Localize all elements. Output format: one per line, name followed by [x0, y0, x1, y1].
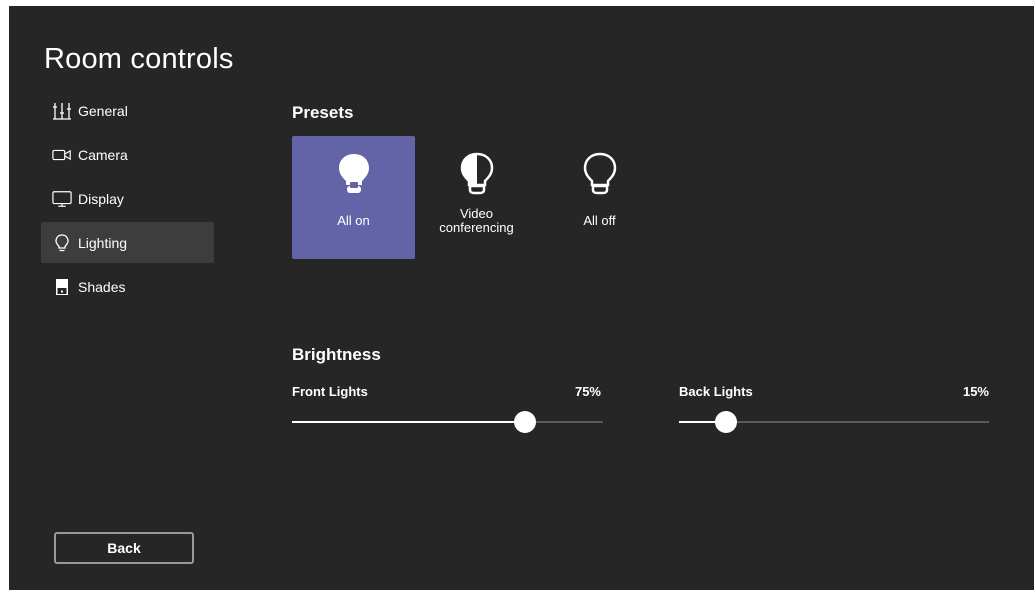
sidebar-item-lighting[interactable]: Lighting — [41, 222, 214, 263]
lightbulb-icon — [52, 233, 72, 253]
brightness-heading: Brightness — [292, 345, 381, 364]
front-lights-fill — [292, 421, 525, 423]
page-title: Room controls — [44, 43, 234, 75]
preset-label-line1: Video — [459, 206, 493, 221]
sidebar-item-general[interactable]: General — [41, 90, 214, 131]
preset-label-line2: conferencing — [439, 220, 514, 235]
preset-label: All on — [337, 213, 370, 228]
back-button[interactable]: Back — [54, 532, 194, 564]
sidebar-nav: General Camera Display Lighting Shades — [41, 90, 214, 310]
presets-group: All on Video conferencing All off — [292, 136, 661, 259]
lightbulb-half-icon — [459, 152, 495, 201]
sidebar-item-shades[interactable]: Shades — [41, 266, 214, 307]
front-lights-thumb[interactable] — [514, 411, 536, 433]
camera-icon — [52, 145, 72, 165]
back-lights-value: 15% — [962, 384, 989, 399]
preset-all-on[interactable]: All on — [292, 136, 415, 259]
sidebar-item-label: Lighting — [78, 234, 128, 251]
lightbulb-filled-icon — [336, 152, 372, 201]
monitor-icon — [52, 189, 72, 209]
shades-icon — [52, 277, 72, 297]
presets-heading: Presets — [292, 103, 354, 122]
back-lights-thumb[interactable] — [715, 411, 737, 433]
front-lights-slider[interactable] — [292, 411, 603, 433]
front-lights-label: Front Lights — [292, 384, 368, 399]
front-lights-value: 75% — [574, 384, 601, 399]
preset-label: All off — [583, 213, 616, 228]
preset-label: Video conferencing — [415, 207, 538, 235]
sidebar-item-label: General — [78, 102, 128, 119]
room-controls-panel: Room controls General Camera Display Lig… — [9, 6, 1034, 590]
back-lights-slider[interactable] — [679, 411, 989, 433]
sliders-icon — [52, 101, 72, 121]
sidebar-item-display[interactable]: Display — [41, 178, 214, 219]
back-lights-label: Back Lights — [679, 384, 753, 399]
sidebar-item-camera[interactable]: Camera — [41, 134, 214, 175]
preset-all-off[interactable]: All off — [538, 136, 661, 259]
preset-video-conferencing[interactable]: Video conferencing — [415, 136, 538, 259]
sidebar-item-label: Display — [78, 190, 124, 207]
sidebar-item-label: Camera — [78, 146, 128, 163]
sidebar-item-label: Shades — [78, 278, 126, 295]
lightbulb-outline-icon — [582, 152, 618, 201]
